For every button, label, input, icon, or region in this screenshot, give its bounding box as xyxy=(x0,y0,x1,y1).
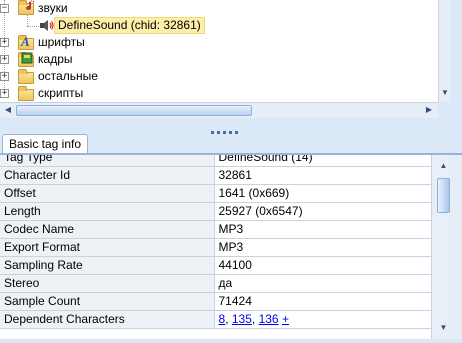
scroll-left-icon[interactable]: ◀ xyxy=(1,103,15,117)
expand-icon[interactable]: + xyxy=(0,72,9,81)
property-name: Character Id xyxy=(0,166,215,185)
tree-item-fonts[interactable]: + A шрифты xyxy=(0,34,430,51)
tree-item-sounds[interactable]: − звуки xyxy=(0,0,430,17)
properties-vertical-scrollbar[interactable]: ▲ ▼ xyxy=(431,155,462,343)
expand-icon[interactable]: + xyxy=(0,38,9,47)
folder-icon xyxy=(18,86,34,101)
property-value: 44100 xyxy=(214,256,431,275)
table-row: Sample Count 71424 xyxy=(0,292,431,311)
scroll-up-icon[interactable]: ▲ xyxy=(437,159,450,173)
scroll-right-icon[interactable]: ▶ xyxy=(422,103,436,117)
collapse-icon[interactable]: − xyxy=(0,4,9,13)
property-name: Length xyxy=(0,202,215,221)
property-value: 71424 xyxy=(214,292,431,311)
property-name: Sample Count xyxy=(0,292,215,311)
tree-item-others[interactable]: + остальные xyxy=(0,68,430,85)
property-value: 8, 135, 136 + xyxy=(214,310,431,329)
tree-item-label: звуки xyxy=(38,1,68,15)
table-row: Character Id 32861 xyxy=(0,166,431,185)
table-row: Dependent Characters 8, 135, 136 + xyxy=(0,310,431,329)
scrollbar-thumb[interactable] xyxy=(16,105,252,116)
properties-panel: Tag Type DefineSound (14) Character Id 3… xyxy=(0,154,462,343)
property-name: Dependent Characters xyxy=(0,310,215,329)
tree-vertical-scrollbar[interactable]: ▼ xyxy=(438,0,450,102)
property-value: MP3 xyxy=(214,238,431,257)
expand-icon[interactable]: + xyxy=(0,89,9,98)
tree-item-definesound[interactable]: DefineSound (chid: 32861) xyxy=(0,17,430,34)
panel-splitter[interactable] xyxy=(0,118,462,134)
font-icon: A xyxy=(21,34,30,49)
property-name: Codec Name xyxy=(0,220,215,239)
frame-icon xyxy=(21,52,33,64)
tab-basic-tag-info[interactable]: Basic tag info xyxy=(2,134,88,154)
property-value: 32861 xyxy=(214,166,431,185)
expand-icon[interactable]: + xyxy=(0,55,9,64)
table-row: Sampling Rate 44100 xyxy=(0,256,431,275)
property-value: MP3 xyxy=(214,220,431,239)
tree-item-label: остальные xyxy=(38,69,98,83)
tree-horizontal-scrollbar[interactable]: ◀ ▶ xyxy=(0,102,438,118)
tree-item-frames[interactable]: + кадры xyxy=(0,51,430,68)
table-row: Tag Type DefineSound (14) xyxy=(0,155,431,167)
property-name: Sampling Rate xyxy=(0,256,215,275)
window-bottom-edge xyxy=(0,339,462,343)
property-value: 25927 (0x6547) xyxy=(214,202,431,221)
property-value: 1641 (0x669) xyxy=(214,184,431,203)
table-row: Length 25927 (0x6547) xyxy=(0,202,431,221)
properties-table: Tag Type DefineSound (14) Character Id 3… xyxy=(0,155,431,329)
sound-icon xyxy=(26,0,34,10)
resource-tree[interactable]: − звуки DefineSound (chid: 32861) + A шр… xyxy=(0,0,450,102)
tree-item-label: шрифты xyxy=(38,35,85,49)
dependent-link[interactable]: 135 xyxy=(232,312,252,326)
tree-item-label: кадры xyxy=(38,52,73,66)
show-more-link[interactable]: + xyxy=(282,312,289,326)
dependent-link[interactable]: 8 xyxy=(219,312,226,326)
scroll-down-icon[interactable]: ▼ xyxy=(437,321,450,335)
property-name: Offset xyxy=(0,184,215,203)
table-row: Stereo да xyxy=(0,274,431,293)
scrollbar-thumb[interactable] xyxy=(437,178,450,213)
property-name: Export Format xyxy=(0,238,215,257)
property-value: DefineSound (14) xyxy=(214,155,431,167)
table-row: Export Format MP3 xyxy=(0,238,431,257)
speaker-icon xyxy=(40,20,54,31)
scrollbar-track[interactable]: ▲ ▼ xyxy=(434,155,450,343)
scroll-down-icon[interactable]: ▼ xyxy=(438,86,450,100)
grip-icon xyxy=(209,123,243,134)
table-row: Codec Name MP3 xyxy=(0,220,431,239)
table-row: Offset 1641 (0x669) xyxy=(0,184,431,203)
property-name: Tag Type xyxy=(0,155,215,167)
folder-icon xyxy=(18,69,34,84)
tree-item-label: скрипты xyxy=(38,86,84,100)
tree-item-scripts[interactable]: + скрипты xyxy=(0,85,430,102)
property-name: Stereo xyxy=(0,274,215,293)
tree-item-label-selected: DefineSound (chid: 32861) xyxy=(54,17,205,34)
property-value: да xyxy=(214,274,431,293)
scrollbar-corner xyxy=(438,102,450,118)
dependent-link[interactable]: 136 xyxy=(259,312,279,326)
